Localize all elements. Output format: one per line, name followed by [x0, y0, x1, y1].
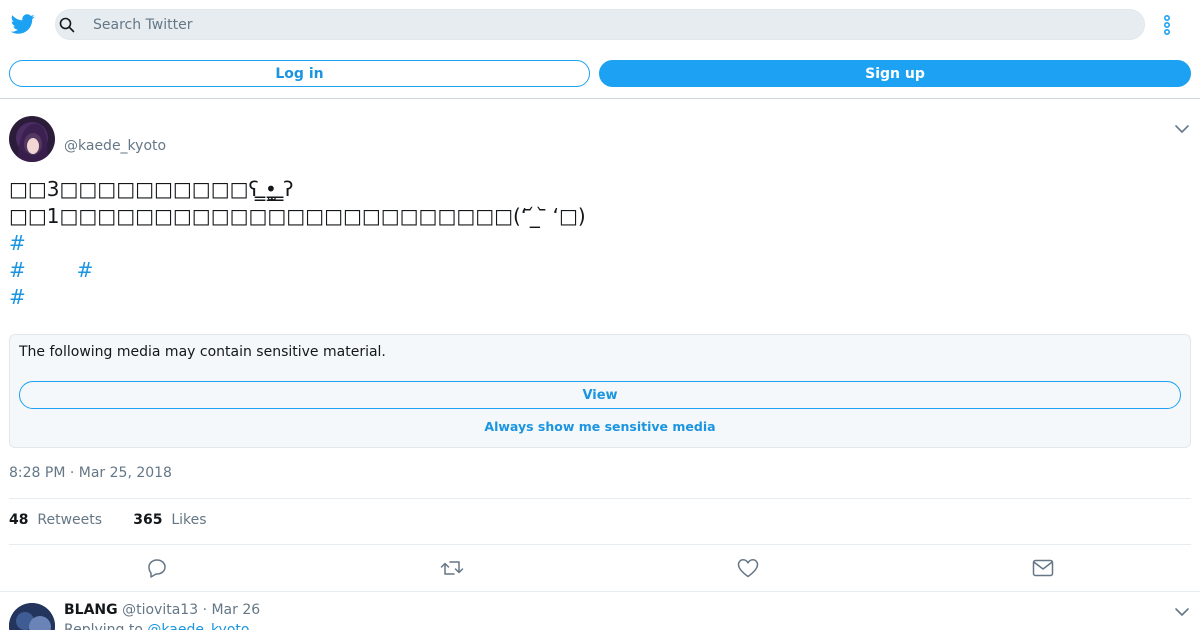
- more-vertical-icon[interactable]: [1159, 13, 1175, 37]
- hashtag-line[interactable]: #: [9, 230, 1189, 257]
- top-bar: [0, 0, 1200, 48]
- reply-date[interactable]: · Mar 26: [203, 602, 261, 618]
- tweet-stats: 48 Retweets 365 Likes: [9, 512, 207, 528]
- always-show-link[interactable]: Always show me sensitive media: [10, 419, 1190, 434]
- likes-count[interactable]: 365: [133, 512, 162, 528]
- search-input[interactable]: [93, 10, 1093, 39]
- envelope-icon[interactable]: [1031, 556, 1055, 580]
- tweet-line: □□1□□□□□□□□□□□□□□□□□□□□□□□□(‘ ᷄ ̲ ᷅ ‘□): [9, 204, 586, 228]
- reply-avatar-image: [9, 603, 55, 630]
- tweet-line: □□3□□□□□□□□□□ʕ ̳̳̳•̫̳ ̳̳̳ʔ: [9, 177, 294, 201]
- twitter-bird-icon[interactable]: [11, 12, 35, 36]
- avatar-image: [9, 116, 55, 162]
- reply-header: BLANG @tiovita13 · Mar 26: [64, 602, 260, 618]
- header-divider: [0, 98, 1200, 99]
- view-media-button[interactable]: View: [19, 381, 1181, 409]
- reply-name[interactable]: BLANG: [64, 602, 118, 618]
- divider: [0, 591, 1200, 592]
- heart-icon[interactable]: [736, 556, 760, 580]
- avatar[interactable]: [9, 116, 55, 162]
- hashtag-line[interactable]: # #: [9, 257, 1189, 284]
- divider: [9, 544, 1191, 545]
- divider: [9, 498, 1191, 499]
- hashtag-line[interactable]: #: [9, 284, 1189, 311]
- replying-prefix: Replying to: [64, 622, 143, 630]
- reply-mention[interactable]: @kaede_kyoto: [147, 622, 249, 630]
- chevron-down-icon[interactable]: [1173, 603, 1191, 621]
- reply-handle[interactable]: @tiovita13: [122, 602, 198, 618]
- login-button[interactable]: Log in: [9, 60, 590, 87]
- retweets-count[interactable]: 48: [9, 512, 28, 528]
- retweet-icon[interactable]: [440, 556, 464, 580]
- chevron-down-icon[interactable]: [1173, 120, 1191, 138]
- sensitive-message: The following media may contain sensitiv…: [19, 344, 386, 360]
- reply-avatar[interactable]: [9, 603, 55, 630]
- tweet-timestamp[interactable]: 8:28 PM · Mar 25, 2018: [9, 465, 172, 481]
- signup-button[interactable]: Sign up: [599, 60, 1191, 87]
- tweet-handle[interactable]: @kaede_kyoto: [64, 138, 166, 154]
- likes-label[interactable]: Likes: [171, 512, 206, 528]
- replying-to: Replying to @kaede_kyoto: [64, 622, 249, 630]
- reply-icon[interactable]: [145, 556, 169, 580]
- tweet-text: □□3□□□□□□□□□□ʕ ̳̳̳•̫̳ ̳̳̳ʔ □□1□□□□□□□□□□…: [9, 176, 1189, 311]
- sensitive-media-notice: The following media may contain sensitiv…: [9, 334, 1191, 448]
- search-icon: [59, 17, 75, 33]
- search-box[interactable]: [55, 9, 1145, 40]
- retweets-label[interactable]: Retweets: [37, 512, 102, 528]
